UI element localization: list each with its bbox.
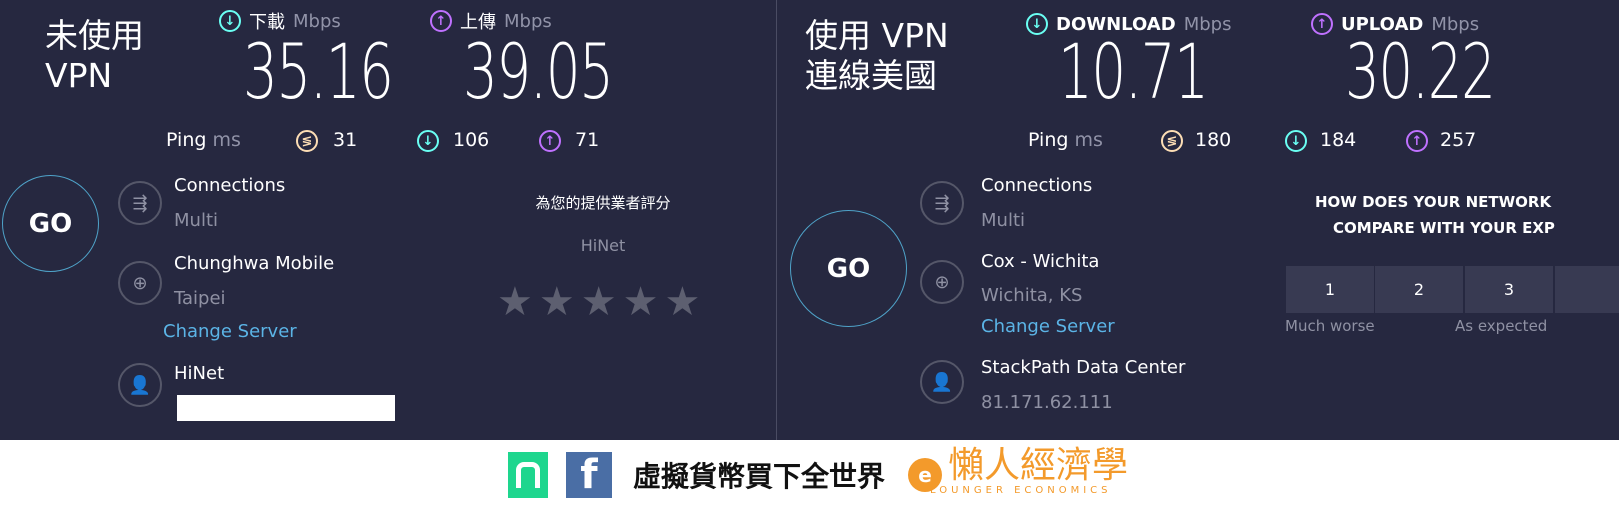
- left-title: 未使用 VPN: [45, 16, 144, 95]
- survey-option-4[interactable]: [1555, 266, 1619, 313]
- globe-icon: ⊕: [118, 261, 162, 305]
- right-ping-download: 184: [1320, 129, 1357, 151]
- left-ping-idle: 31: [333, 129, 358, 151]
- globe-icon: ⊕: [920, 260, 964, 304]
- redacted-ip: [177, 395, 395, 421]
- right-title: 使用 VPN 連線美國: [805, 16, 949, 95]
- go-button[interactable]: GO: [2, 175, 99, 272]
- star-1[interactable]: ★: [497, 279, 533, 325]
- left-ping-upload: 71: [575, 129, 600, 151]
- download-icon: ↓: [1026, 13, 1048, 35]
- ping-icon: ≶: [1161, 130, 1183, 152]
- survey-option-3[interactable]: 3: [1465, 266, 1553, 313]
- survey-question-line2: COMPARE WITH YOUR EXP: [1333, 219, 1555, 237]
- left-ping-label: Ping ms: [166, 129, 241, 151]
- footer-brand: 懶人經濟學: [948, 445, 1129, 486]
- server-name: Cox - Wichita: [981, 251, 1100, 272]
- connections-icon: ⇶: [920, 181, 964, 225]
- survey-question-line1: HOW DOES YOUR NETWORK: [1315, 193, 1552, 211]
- star-2[interactable]: ★: [539, 279, 575, 325]
- left-download-value: 35.16: [243, 27, 394, 116]
- left-upload-value: 39.05: [463, 27, 614, 116]
- right-ping-label: Ping ms: [1028, 129, 1103, 151]
- download-icon: ↓: [219, 10, 241, 32]
- upload-icon: ↑: [1311, 13, 1333, 35]
- divider: [776, 0, 777, 440]
- upload-icon: ↑: [430, 10, 452, 32]
- download-icon: ↓: [417, 130, 439, 152]
- server-location: Taipei: [174, 288, 226, 309]
- star-3[interactable]: ★: [581, 279, 617, 325]
- isp-ip: 81.171.62.111: [981, 392, 1113, 413]
- download-icon: ↓: [1285, 130, 1307, 152]
- facebook-icon[interactable]: f: [566, 452, 612, 498]
- ping-icon: ≶: [296, 130, 318, 152]
- right-download-value: 10.71: [1058, 27, 1209, 116]
- rating-prompt: 為您的提供業者評分: [535, 194, 671, 212]
- footer-brand-en: LOUNGER ECONOMICS: [930, 485, 1112, 496]
- upload-icon: ↑: [539, 130, 561, 152]
- user-icon: 👤: [118, 363, 162, 407]
- server-location: Wichita, KS: [981, 285, 1083, 306]
- footer-slogan: 虛擬貨幣買下全世界: [633, 460, 886, 493]
- server-name: Chunghwa Mobile: [174, 253, 335, 274]
- connections-label: Connections: [174, 175, 286, 196]
- go-button[interactable]: GO: [790, 210, 907, 327]
- right-ping-idle: 180: [1195, 129, 1232, 151]
- isp-name: StackPath Data Center: [981, 357, 1186, 378]
- right-upload-value: 30.22: [1345, 27, 1496, 116]
- survey-low-label: Much worse: [1285, 317, 1375, 335]
- brand-logo-icon: [508, 452, 548, 498]
- survey-option-2[interactable]: 2: [1375, 266, 1463, 313]
- rating-stars: ★ ★ ★ ★ ★: [497, 279, 700, 325]
- upload-icon: ↑: [1406, 130, 1428, 152]
- star-5[interactable]: ★: [664, 279, 700, 325]
- connections-label: Connections: [981, 175, 1093, 196]
- rating-provider: HiNet: [580, 236, 626, 255]
- survey-mid-label: As expected: [1455, 317, 1548, 335]
- survey-option-1[interactable]: 1: [1286, 266, 1374, 313]
- connections-icon: ⇶: [118, 181, 162, 225]
- change-server-link[interactable]: Change Server: [981, 316, 1115, 337]
- isp-name: HiNet: [174, 363, 225, 384]
- connections-value: Multi: [174, 210, 218, 231]
- user-icon: 👤: [920, 360, 964, 404]
- right-ping-upload: 257: [1440, 129, 1477, 151]
- left-ping-download: 106: [453, 129, 490, 151]
- change-server-link[interactable]: Change Server: [163, 321, 297, 342]
- star-4[interactable]: ★: [623, 279, 659, 325]
- connections-value: Multi: [981, 210, 1025, 231]
